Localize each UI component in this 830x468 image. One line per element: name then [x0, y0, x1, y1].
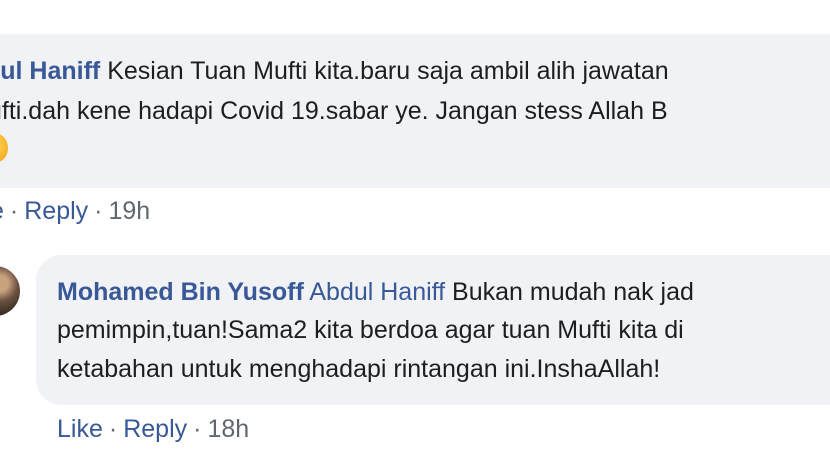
reply-text-line: ketabahan untuk menghadapi rintangan ini…	[57, 355, 661, 383]
user-avatar[interactable]	[0, 266, 20, 316]
reply-actions: Like · Reply · 18h	[57, 414, 249, 444]
comment-text-line: dul Haniff Kesian Tuan Mufti kita.baru s…	[0, 56, 669, 86]
reply-timestamp[interactable]: 18h	[207, 415, 249, 443]
reply-link[interactable]: Reply	[123, 415, 187, 443]
comment-actions: e·Reply·19h	[0, 196, 150, 226]
comment-thread: dul Haniff Kesian Tuan Mufti kita.baru s…	[0, 0, 830, 468]
mention-link[interactable]: Abdul Haniff	[309, 278, 445, 306]
reply-link[interactable]: Reply	[24, 197, 88, 225]
like-link[interactable]: Like	[57, 415, 103, 443]
separator-dot: ·	[94, 197, 103, 225]
comment-text-line: ufti.dah kene hadapi Covid 19.sabar ye. …	[0, 97, 668, 125]
reply-author-link[interactable]: Mohamed Bin Yusoff	[57, 278, 304, 306]
comment-author-link[interactable]: dul Haniff	[0, 57, 100, 85]
separator-dot: ·	[193, 415, 202, 443]
separator-dot: ·	[108, 415, 118, 443]
reply-text-line: Mohamed Bin Yusoff Abdul Haniff Bukan mu…	[57, 277, 694, 307]
comment-text: Kesian Tuan Mufti kita.baru saja ambil a…	[100, 57, 669, 85]
reply-text: Bukan mudah nak jad	[445, 278, 694, 306]
separator-dot: ·	[9, 197, 19, 225]
comment-timestamp[interactable]: 19h	[108, 197, 150, 225]
reply-text-line: pemimpin,tuan!Sama2 kita berdoa agar tua…	[57, 316, 684, 344]
